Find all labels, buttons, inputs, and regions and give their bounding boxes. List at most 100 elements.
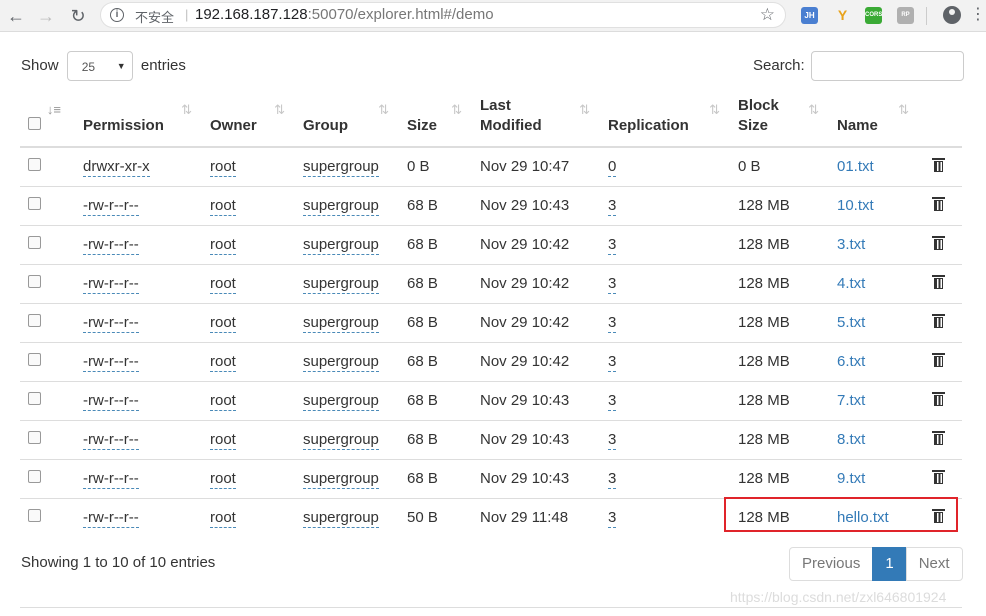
- sort-icon[interactable]: ⇅: [378, 100, 389, 120]
- header-block-size[interactable]: ⇅ Block Size: [730, 96, 829, 148]
- replication-link[interactable]: 3: [608, 197, 617, 216]
- extension-cors-icon[interactable]: CORS: [865, 7, 882, 24]
- header-name[interactable]: ⇅ Name: [829, 96, 919, 148]
- replication-link[interactable]: 3: [608, 509, 617, 529]
- header-owner[interactable]: ⇅ Owner: [202, 96, 295, 148]
- row-checkbox[interactable]: [28, 275, 41, 288]
- row-checkbox[interactable]: [28, 431, 41, 444]
- owner-link[interactable]: root: [210, 197, 236, 216]
- file-name-link[interactable]: 4.txt: [837, 275, 865, 292]
- owner-link[interactable]: root: [210, 431, 236, 450]
- permission-link[interactable]: -rw-r--r--: [83, 392, 139, 411]
- row-checkbox[interactable]: [28, 509, 41, 523]
- owner-link[interactable]: root: [210, 509, 236, 529]
- sort-icon[interactable]: ⇅: [181, 100, 192, 120]
- group-link[interactable]: supergroup: [303, 470, 379, 489]
- page-length-select[interactable]: 25 ▼: [66, 51, 133, 81]
- row-checkbox[interactable]: [28, 392, 41, 405]
- permission-link[interactable]: -rw-r--r--: [83, 314, 139, 333]
- next-page-button[interactable]: Next: [905, 547, 963, 581]
- group-link[interactable]: supergroup: [303, 509, 379, 529]
- file-name-link[interactable]: 3.txt: [837, 236, 865, 253]
- row-checkbox[interactable]: [28, 470, 41, 483]
- trash-icon[interactable]: [932, 469, 945, 484]
- header-group[interactable]: ⇅ Group: [295, 96, 399, 148]
- file-name-link[interactable]: 7.txt: [837, 392, 865, 409]
- header-last-modified[interactable]: ⇅ Last Modified: [472, 96, 600, 148]
- file-name-link[interactable]: hello.txt: [837, 509, 889, 526]
- search-input[interactable]: [810, 51, 964, 81]
- address-bar[interactable]: i 不安全 | 192.168.187.128:50070/explorer.h…: [100, 2, 786, 28]
- file-name-link[interactable]: 01.txt: [837, 158, 874, 175]
- sort-icon[interactable]: ⇅: [898, 100, 909, 120]
- select-all-header[interactable]: ↓≡: [20, 96, 75, 148]
- group-link[interactable]: supergroup: [303, 158, 379, 178]
- permission-link[interactable]: -rw-r--r--: [83, 509, 139, 529]
- previous-page-button[interactable]: Previous: [789, 547, 874, 581]
- select-all-checkbox[interactable]: [28, 117, 41, 130]
- forward-arrow-icon[interactable]: →: [34, 4, 58, 28]
- sort-icon[interactable]: ⇅: [709, 100, 720, 120]
- header-size[interactable]: ⇅ Size: [399, 96, 472, 148]
- sort-asc-icon[interactable]: ↓≡: [47, 100, 61, 120]
- owner-link[interactable]: root: [210, 236, 236, 255]
- file-name-link[interactable]: 5.txt: [837, 314, 865, 331]
- file-name-link[interactable]: 6.txt: [837, 353, 865, 370]
- permission-link[interactable]: -rw-r--r--: [83, 236, 139, 255]
- trash-icon[interactable]: [932, 235, 945, 250]
- file-name-link[interactable]: 8.txt: [837, 431, 865, 448]
- trash-icon[interactable]: [932, 391, 945, 406]
- permission-link[interactable]: -rw-r--r--: [83, 275, 139, 294]
- owner-link[interactable]: root: [210, 470, 236, 489]
- replication-link[interactable]: 0: [608, 158, 617, 178]
- trash-icon[interactable]: [932, 352, 945, 367]
- owner-link[interactable]: root: [210, 392, 236, 411]
- row-checkbox[interactable]: [28, 197, 41, 210]
- owner-link[interactable]: root: [210, 353, 236, 372]
- trash-icon[interactable]: [932, 157, 945, 172]
- permission-link[interactable]: drwxr-xr-x: [83, 158, 150, 178]
- sort-icon[interactable]: ⇅: [274, 100, 285, 120]
- row-checkbox[interactable]: [28, 353, 41, 366]
- profile-avatar-icon[interactable]: [943, 6, 961, 24]
- replication-link[interactable]: 3: [608, 275, 617, 294]
- group-link[interactable]: supergroup: [303, 353, 379, 372]
- sort-icon[interactable]: ⇅: [451, 100, 462, 120]
- replication-link[interactable]: 3: [608, 431, 617, 450]
- trash-icon[interactable]: [932, 196, 945, 211]
- row-checkbox[interactable]: [28, 314, 41, 327]
- replication-link[interactable]: 3: [608, 470, 617, 489]
- group-link[interactable]: supergroup: [303, 236, 379, 255]
- trash-icon[interactable]: [932, 508, 945, 523]
- header-permission[interactable]: ⇅ Permission: [75, 96, 202, 148]
- back-arrow-icon[interactable]: ←: [4, 4, 28, 28]
- permission-link[interactable]: -rw-r--r--: [83, 431, 139, 450]
- owner-link[interactable]: root: [210, 314, 236, 333]
- extension-y-icon[interactable]: Y: [834, 7, 851, 24]
- trash-icon[interactable]: [932, 274, 945, 289]
- replication-link[interactable]: 3: [608, 236, 617, 255]
- group-link[interactable]: supergroup: [303, 392, 379, 411]
- permission-link[interactable]: -rw-r--r--: [83, 353, 139, 372]
- trash-icon[interactable]: [932, 430, 945, 445]
- extension-rp-icon[interactable]: RP: [897, 7, 914, 24]
- replication-link[interactable]: 3: [608, 353, 617, 372]
- group-link[interactable]: supergroup: [303, 197, 379, 216]
- group-link[interactable]: supergroup: [303, 314, 379, 333]
- page-1-button[interactable]: 1: [872, 547, 907, 581]
- row-checkbox[interactable]: [28, 236, 41, 249]
- trash-icon[interactable]: [932, 313, 945, 328]
- header-replication[interactable]: ⇅ Replication: [600, 96, 730, 148]
- reload-icon[interactable]: ↻: [66, 4, 90, 28]
- owner-link[interactable]: root: [210, 158, 236, 178]
- url-text[interactable]: 192.168.187.128:50070/explorer.html#/dem…: [195, 6, 494, 23]
- sort-icon[interactable]: ⇅: [808, 100, 819, 120]
- group-link[interactable]: supergroup: [303, 275, 379, 294]
- row-checkbox[interactable]: [28, 158, 41, 172]
- owner-link[interactable]: root: [210, 275, 236, 294]
- sort-icon[interactable]: ⇅: [579, 100, 590, 120]
- replication-link[interactable]: 3: [608, 392, 617, 411]
- menu-kebab-icon[interactable]: ⋮: [970, 5, 986, 25]
- bookmark-star-icon[interactable]: ☆: [760, 5, 775, 25]
- file-name-link[interactable]: 9.txt: [837, 470, 865, 487]
